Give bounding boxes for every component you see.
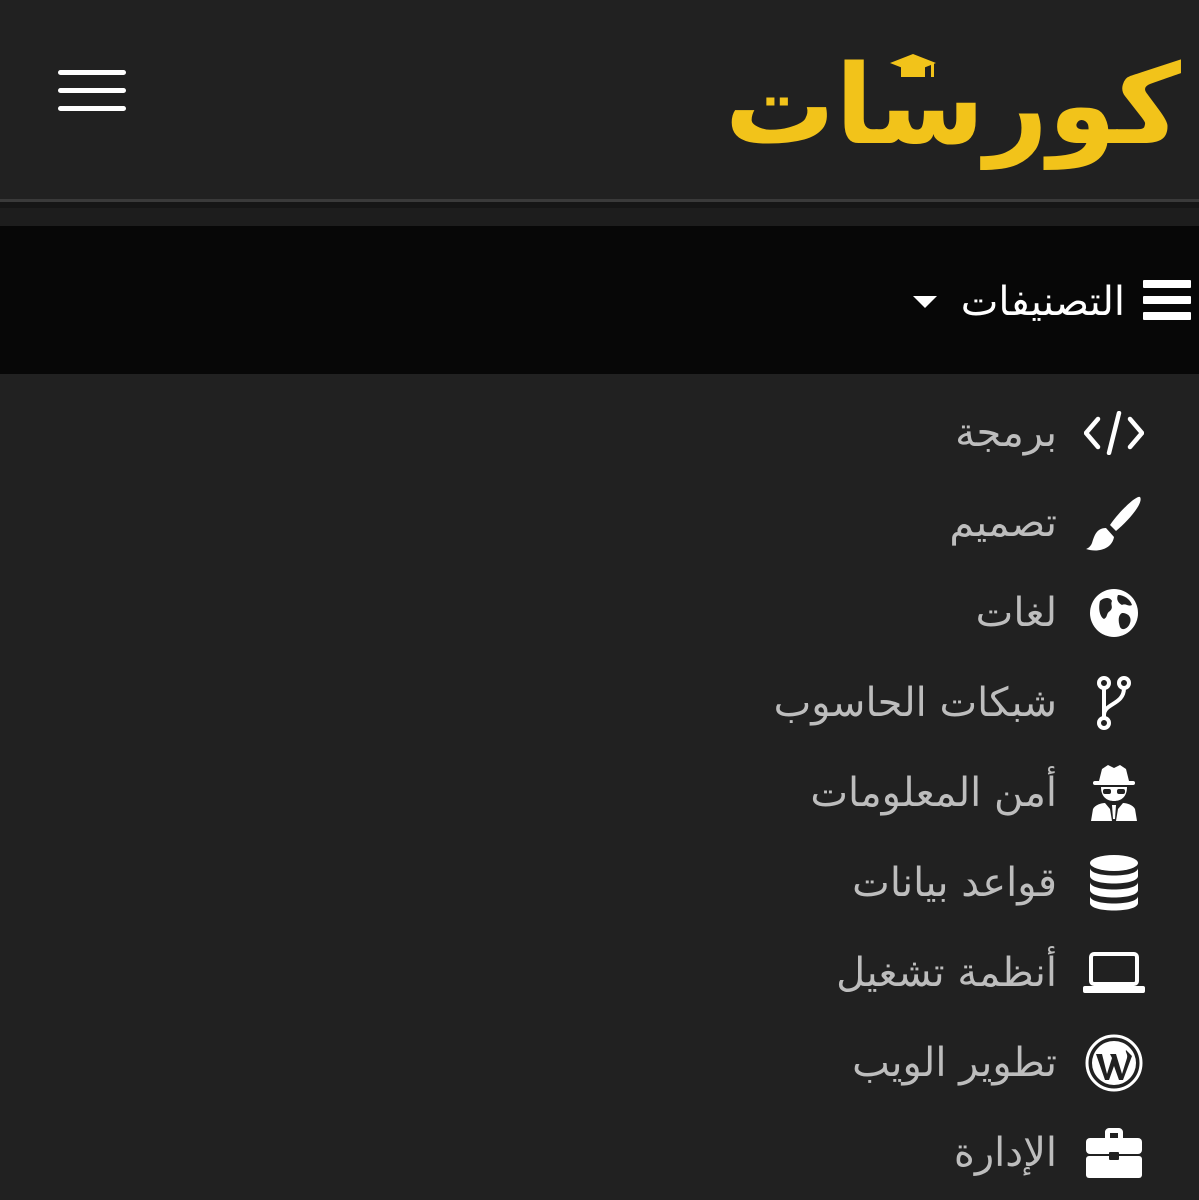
categories-toggle[interactable]: التصنيفات: [912, 274, 1191, 330]
hamburger-line: [58, 106, 126, 111]
category-label: شبكات الحاسوب: [773, 680, 1057, 726]
categories-title: التصنيفات: [960, 279, 1125, 325]
category-item-web-development[interactable]: تطوير الويب: [445, 1018, 1145, 1108]
category-item-management[interactable]: الإدارة: [445, 1108, 1145, 1198]
site-logo[interactable]: كورسات: [725, 40, 1183, 170]
hamburger-line: [58, 70, 126, 75]
categories-bar: التصنيفات: [0, 226, 1199, 374]
category-item-programming[interactable]: برمجة: [445, 388, 1145, 478]
category-label: برمجة: [955, 410, 1057, 456]
logo-text: كورسات: [724, 41, 1183, 169]
site-header: كورسات: [0, 0, 1199, 200]
category-label: لغات: [975, 590, 1057, 636]
category-label: تصميم: [949, 500, 1057, 546]
category-item-networks[interactable]: شبكات الحاسوب: [445, 658, 1145, 748]
category-label: قواعد بيانات: [852, 860, 1057, 906]
category-label: تطوير الويب: [852, 1040, 1057, 1086]
globe-icon: [1083, 582, 1145, 644]
user-secret-icon: [1083, 762, 1145, 824]
category-item-databases[interactable]: قواعد بيانات: [445, 838, 1145, 928]
database-icon: [1083, 852, 1145, 914]
code-branch-icon: [1083, 672, 1145, 734]
category-label: أنظمة تشغيل: [836, 950, 1057, 996]
caret-down-icon: [912, 296, 937, 308]
category-label: أمن المعلومات: [810, 770, 1057, 816]
category-item-languages[interactable]: لغات: [445, 568, 1145, 658]
hamburger-menu-button[interactable]: [58, 66, 128, 116]
graduation-cap-icon: [890, 54, 936, 77]
category-item-design[interactable]: تصميم: [445, 478, 1145, 568]
laptop-icon: [1083, 942, 1145, 1004]
header-divider-band: [0, 208, 1199, 226]
category-item-operating-systems[interactable]: أنظمة تشغيل: [445, 928, 1145, 1018]
bars-icon: [1143, 280, 1191, 324]
hamburger-line: [58, 88, 126, 93]
code-icon: [1083, 402, 1145, 464]
paintbrush-icon: [1083, 492, 1145, 554]
category-item-security[interactable]: أمن المعلومات: [445, 748, 1145, 838]
briefcase-icon: [1083, 1122, 1145, 1184]
category-label: الإدارة: [953, 1130, 1057, 1176]
wordpress-icon: [1083, 1032, 1145, 1094]
